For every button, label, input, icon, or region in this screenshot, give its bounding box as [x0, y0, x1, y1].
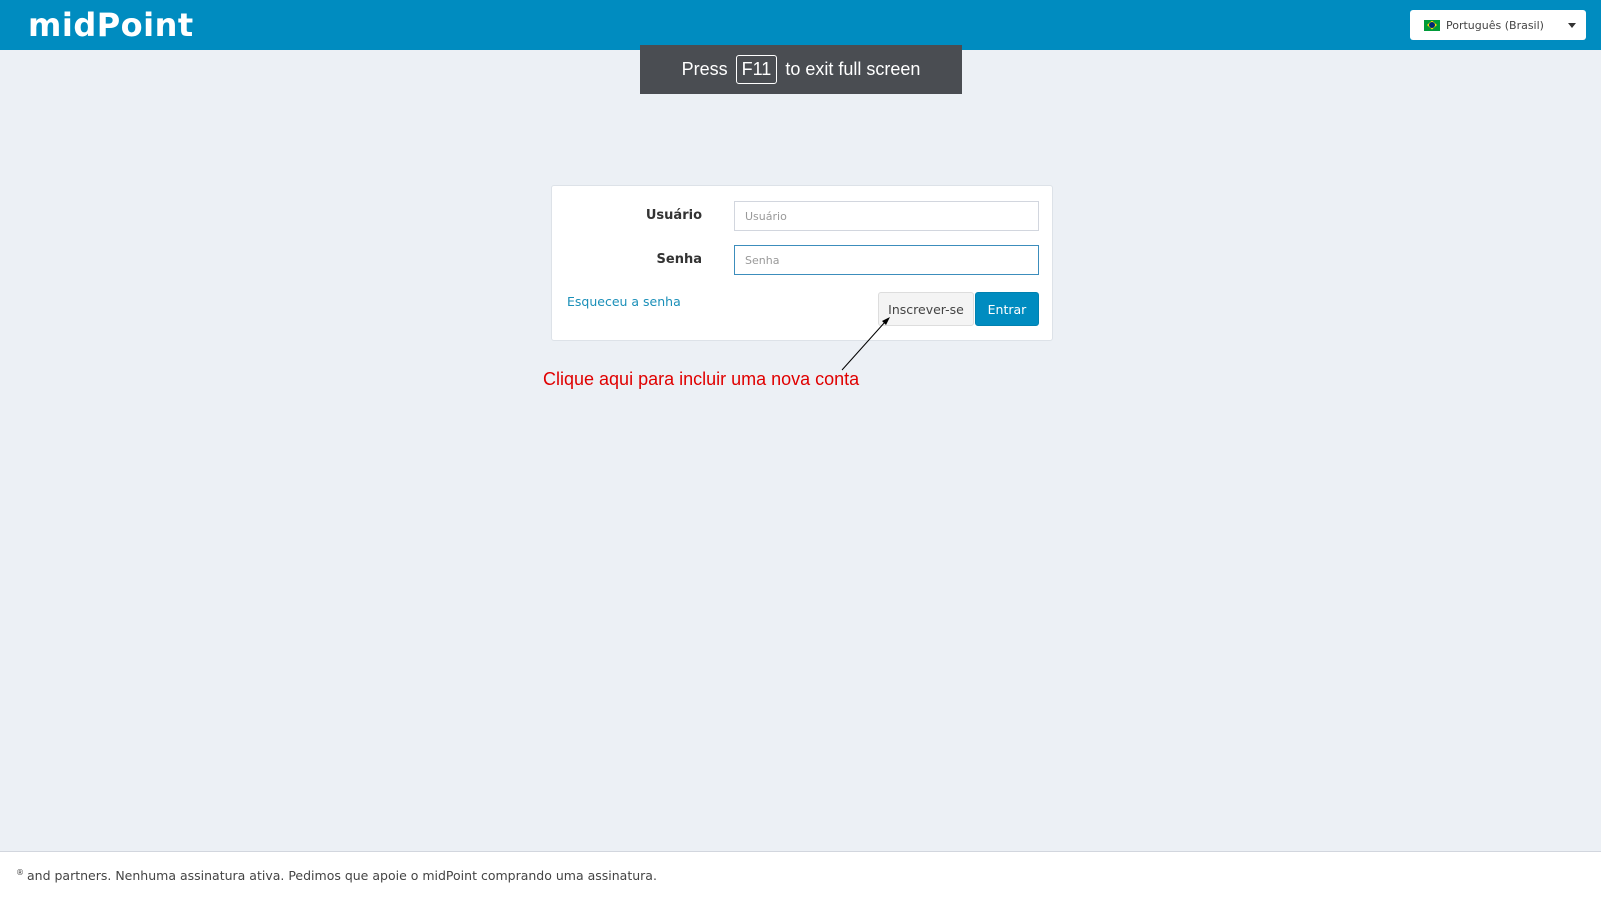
username-label: Usuário [645, 208, 702, 223]
registered-mark: ® [16, 868, 24, 877]
annotation-arrow [841, 317, 890, 371]
caret-down-icon [1568, 22, 1576, 28]
fullscreen-notice: Press F11 to exit full screen [640, 45, 962, 94]
password-input[interactable] [734, 245, 1039, 275]
midpoint-logo[interactable]: midPoint [28, 5, 194, 45]
footer-text: and partners. Nenhuma assinatura ativa. … [27, 868, 657, 884]
page-footer: ® and partners. Nenhuma assinatura ativa.… [0, 851, 1601, 901]
annotation-text: Clique aqui para incluir uma nova conta [543, 369, 860, 389]
language-select[interactable]: Português (Brasil) [1410, 10, 1586, 40]
login-form: Usuário Senha Esqueceu a senha Inscrever… [551, 185, 1053, 341]
top-header: midPoint Português (Brasil) [0, 0, 1601, 50]
fullscreen-notice-key: F11 [735, 55, 778, 84]
language-select-label: Português (Brasil) [1446, 18, 1544, 32]
forgot-password-link[interactable]: Esqueceu a senha [567, 294, 681, 309]
password-label: Senha [656, 252, 702, 267]
password-row: Senha [552, 245, 1052, 275]
username-input[interactable] [734, 201, 1039, 231]
fullscreen-notice-prefix: Press [681, 59, 728, 79]
flag-brazil-icon [1424, 19, 1440, 31]
login-button[interactable]: Entrar [975, 292, 1039, 326]
username-row: Usuário [552, 201, 1052, 231]
fullscreen-notice-suffix: to exit full screen [785, 59, 921, 79]
page: midPoint Português (Brasil) Press F11 to… [0, 0, 1601, 901]
